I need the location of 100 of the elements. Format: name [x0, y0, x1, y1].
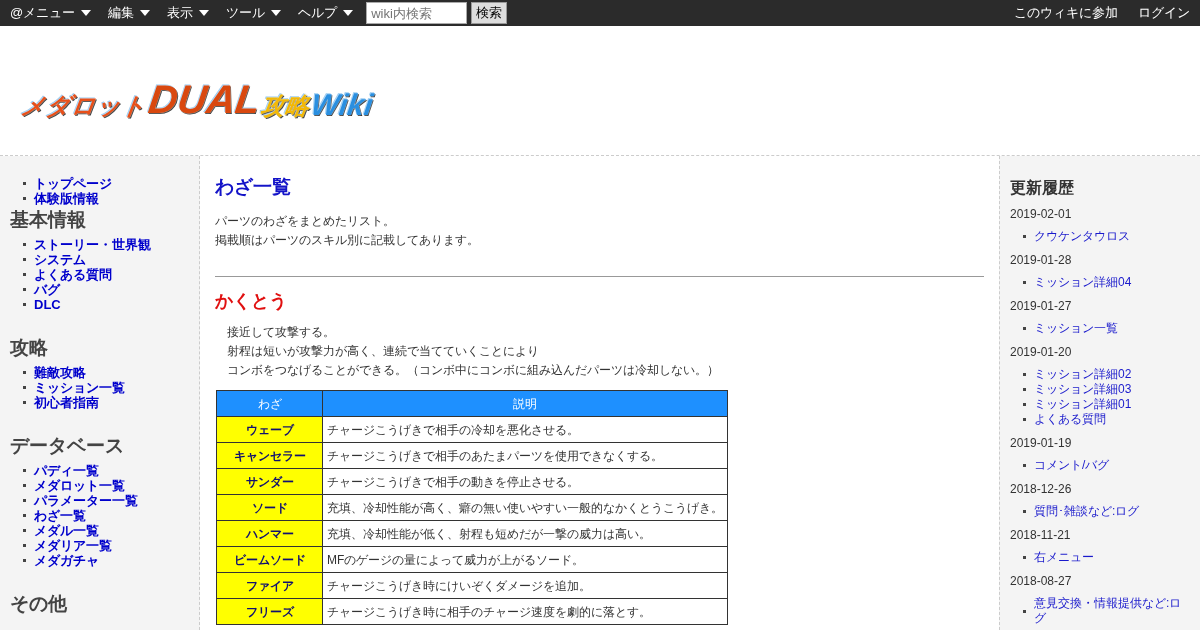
bullet-icon — [1023, 281, 1026, 284]
description-cell: 充填、冷却性能が低く、射程も短めだが一撃の威力は高い。 — [322, 520, 728, 547]
update-date: 2019-01-20 — [1010, 345, 1073, 359]
bullet-icon — [23, 182, 26, 185]
update-link[interactable]: 右メニュー — [1034, 550, 1094, 565]
bullet-icon — [1023, 388, 1026, 391]
sidebar-link[interactable]: 体験版情報 — [34, 191, 99, 206]
sidebar-link[interactable]: ミッション一覧 — [34, 380, 125, 395]
update-date: 2019-01-27 — [1010, 299, 1073, 313]
menu-item[interactable]: 表示 — [167, 4, 194, 22]
column-header: 説明 — [322, 390, 728, 417]
sidebar-heading: データベース — [10, 434, 125, 457]
description-cell: チャージこうげき時にけいぞくダメージを追加。 — [322, 572, 728, 599]
sidebar-heading: 更新履歴 — [1010, 178, 1075, 197]
section-text: 接近して攻撃する。 — [227, 324, 336, 341]
sidebar-link[interactable]: 初心者指南 — [34, 395, 99, 410]
search-button[interactable]: 検索 — [471, 2, 508, 24]
sidebar-link[interactable]: わざ一覧 — [34, 508, 86, 523]
column-header: わざ — [216, 390, 323, 417]
update-link[interactable]: 質問･雑談など:ログ — [1034, 504, 1140, 519]
menu-item[interactable]: @メニュー — [10, 4, 76, 22]
update-date: 2019-01-19 — [1010, 436, 1073, 450]
sidebar-link[interactable]: システム — [34, 252, 86, 267]
bullet-icon — [23, 514, 26, 517]
caret-icon — [271, 10, 282, 16]
description-cell: MFのゲージの量によって威力が上がるソード。 — [322, 546, 728, 573]
bullet-icon — [1023, 235, 1026, 238]
sidebar-heading: その他 — [10, 592, 68, 615]
description-cell: 充填、冷却性能が高く、癖の無い使いやすい一般的なかくとうこうげき。 — [322, 494, 728, 521]
update-link[interactable]: ミッション詳細03 — [1034, 382, 1132, 397]
update-link[interactable]: ミッション詳細02 — [1034, 367, 1132, 382]
description-cell: チャージこうげきで相手のあたまパーツを使用できなくする。 — [322, 442, 728, 469]
bullet-icon — [1023, 556, 1026, 559]
skill-name-cell: ハンマー — [216, 520, 323, 547]
caret-icon — [343, 10, 354, 16]
bullet-icon — [1023, 327, 1026, 330]
sidebar-link[interactable]: メダロット一覧 — [34, 478, 125, 493]
menu-item[interactable]: ヘルプ — [298, 4, 338, 22]
sidebar-link[interactable]: DLC — [34, 297, 61, 312]
bullet-icon — [23, 258, 26, 261]
bullet-icon — [1023, 609, 1026, 613]
bullet-icon — [23, 371, 26, 374]
update-date: 2018-08-27 — [1010, 574, 1073, 588]
update-link[interactable]: コメント/バグ — [1034, 458, 1110, 473]
update-date: 2019-01-28 — [1010, 253, 1073, 267]
sidebar-link[interactable]: ストーリー・世界観 — [34, 237, 151, 252]
skill-name-cell: ビームソード — [216, 546, 323, 573]
skill-name-cell: ウェーブ — [216, 416, 323, 443]
description-cell: チャージこうげきで相手の動きを停止させる。 — [322, 468, 728, 495]
sidebar-link[interactable]: メダガチャ — [34, 553, 99, 568]
bullet-icon — [23, 401, 26, 404]
bullet-icon — [1023, 373, 1026, 376]
bullet-icon — [23, 243, 26, 246]
update-link[interactable]: よくある質問 — [1034, 412, 1106, 427]
sidebar-link[interactable]: パディ一覧 — [34, 463, 99, 478]
sidebar-heading: 攻略 — [10, 336, 49, 359]
header-link[interactable]: このウィキに参加 — [1014, 4, 1118, 22]
update-date: 2019-02-01 — [1010, 207, 1073, 221]
bullet-icon — [1023, 464, 1026, 467]
bullet-icon — [23, 469, 26, 472]
search-field[interactable]: wiki内検索 — [366, 2, 468, 24]
sidebar-link[interactable]: バグ — [34, 282, 60, 297]
bullet-icon — [1023, 510, 1026, 513]
sidebar-link[interactable]: 難敵攻略 — [34, 365, 86, 380]
section-text: コンボをつなげることができる。（コンボ中にコンボに組み込んだパーツは冷却しない。） — [227, 362, 720, 379]
bullet-icon — [23, 273, 26, 276]
bullet-icon — [23, 544, 26, 547]
bullet-icon — [23, 197, 26, 200]
caret-icon — [140, 10, 151, 16]
page-title: わざ一覧 — [215, 175, 292, 199]
header-link[interactable]: ログイン — [1138, 4, 1190, 22]
bullet-icon — [23, 499, 26, 502]
section-text: 射程は短いが攻撃力が高く、連続で当てていくことにより — [227, 343, 540, 360]
update-link[interactable]: クウケンタウロス — [1034, 229, 1130, 244]
sidebar-heading: 基本情報 — [10, 208, 87, 231]
sidebar-link[interactable]: メダリア一覧 — [34, 538, 112, 553]
skill-name-cell: ファイア — [216, 572, 323, 599]
bullet-icon — [1023, 418, 1026, 421]
menu-item[interactable]: ツール — [226, 4, 266, 22]
bullet-icon — [23, 529, 26, 532]
menu-item[interactable]: 編集 — [108, 4, 135, 22]
skill-name-cell: フリーズ — [216, 598, 323, 625]
update-link[interactable]: ミッション詳細01 — [1034, 397, 1132, 412]
sidebar-link[interactable]: メダル一覧 — [34, 523, 99, 538]
update-link[interactable]: 意見交換・情報提供など:ログ — [1034, 596, 1190, 626]
bullet-icon — [23, 386, 26, 389]
update-date: 2018-11-21 — [1010, 528, 1072, 542]
update-link[interactable]: ミッション詳細04 — [1034, 275, 1132, 290]
bullet-icon — [23, 288, 26, 291]
sidebar-link[interactable]: パラメーター一覧 — [34, 493, 138, 508]
update-link[interactable]: ミッション一覧 — [1034, 321, 1118, 336]
caret-icon — [199, 10, 210, 16]
section-heading: かくとう — [215, 290, 288, 313]
bullet-icon — [23, 484, 26, 487]
bullet-icon — [23, 303, 26, 306]
sidebar-link[interactable]: トップページ — [34, 176, 112, 191]
intro-text: 掲載順はパーツのスキル別に記載してあります。 — [215, 232, 480, 249]
sidebar-link[interactable]: よくある質問 — [34, 267, 112, 282]
logo-word: メダロット — [18, 92, 149, 121]
description-cell: チャージこうげきで相手の冷却を悪化させる。 — [322, 416, 728, 443]
